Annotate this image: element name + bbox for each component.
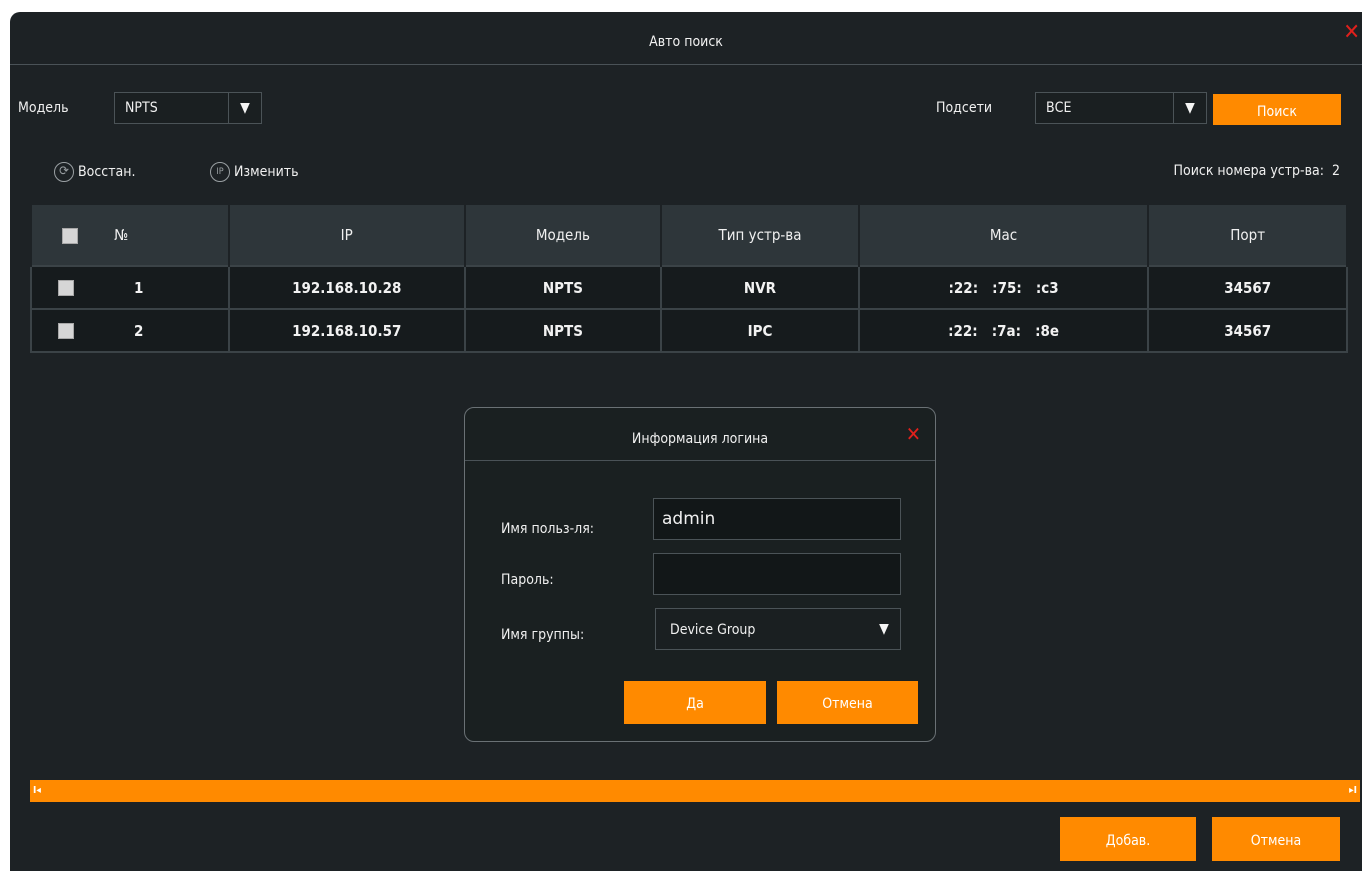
add-button[interactable]: Добав.	[1060, 817, 1196, 861]
scroll-right-icon[interactable]: ▸I	[1349, 780, 1357, 802]
row-no-cell: 1	[30, 265, 230, 310]
row-type: NVR	[660, 265, 860, 310]
username-label: Имя польз-ля:	[501, 521, 595, 537]
chevron-down-icon[interactable]: ▼	[868, 609, 900, 649]
header-no-label: №	[114, 226, 129, 244]
cancel-button[interactable]: Отмена	[1212, 817, 1340, 861]
device-count: Поиск номера устр-ва: 2	[1174, 163, 1340, 179]
restore-button[interactable]: ⟳ Восстан.	[54, 162, 135, 182]
column-header-no: №	[30, 205, 230, 266]
login-cancel-button[interactable]: Отмена	[777, 681, 918, 724]
device-count-label: Поиск номера устр-ва:	[1173, 163, 1324, 179]
row-mac: :22: :75: :c3	[857, 265, 1150, 310]
model-label: Модель	[18, 100, 69, 116]
change-label: Изменить	[234, 164, 299, 180]
select-all-checkbox[interactable]	[62, 227, 78, 244]
row-checkbox[interactable]	[58, 323, 74, 339]
row-checkbox[interactable]	[58, 280, 74, 296]
column-header-model: Модель	[463, 205, 663, 266]
subnet-select-value: ВСЕ	[1046, 100, 1072, 116]
username-field[interactable]	[653, 498, 901, 540]
chevron-down-icon[interactable]: ▼	[228, 93, 261, 123]
row-no: 2	[134, 321, 144, 340]
password-input[interactable]	[654, 554, 900, 594]
row-no-cell: 2	[30, 308, 230, 353]
password-field[interactable]	[653, 553, 901, 595]
password-label: Пароль:	[501, 572, 554, 588]
row-ip: 192.168.10.57	[227, 308, 466, 353]
restore-label: Восстан.	[78, 164, 136, 180]
close-icon[interactable]: ✕	[1343, 22, 1360, 44]
column-header-port: Порт	[1147, 205, 1348, 266]
group-label: Имя группы:	[501, 627, 585, 643]
scroll-left-icon[interactable]: I◂	[33, 780, 41, 802]
table-row[interactable]: 1 192.168.10.28 NPTS NVR :22: :75: :c3 3…	[30, 265, 1348, 310]
subnet-label: Подсети	[936, 100, 993, 116]
row-port: 34567	[1147, 265, 1348, 310]
group-select-value: Device Group	[670, 622, 756, 638]
row-ip: 192.168.10.28	[227, 265, 466, 310]
row-port: 34567	[1147, 308, 1348, 353]
horizontal-scrollbar[interactable]: I◂ ▸I	[30, 780, 1360, 802]
group-select[interactable]: Device Group ▼	[655, 608, 901, 650]
auto-search-window: Авто поиск ✕ Модель NPTS ▼ Подсети ВСЕ ▼…	[10, 12, 1362, 871]
window-title: Авто поиск	[649, 34, 723, 50]
table-row[interactable]: 2 192.168.10.57 NPTS IPC :22: :7a: :8e 3…	[30, 308, 1348, 353]
ip-icon: IP	[210, 162, 230, 182]
ok-button[interactable]: Да	[624, 681, 766, 724]
column-header-type: Тип устр-ва	[660, 205, 860, 266]
table-header-row: № IP Модель Тип устр-ва Mac Порт	[30, 205, 1348, 266]
row-model: NPTS	[463, 265, 663, 310]
refresh-icon: ⟳	[54, 162, 74, 182]
subnet-select[interactable]: ВСЕ ▼	[1035, 92, 1207, 124]
username-input[interactable]	[654, 499, 900, 539]
change-ip-button[interactable]: IP Изменить	[210, 162, 299, 182]
login-dialog-title: Информация логина	[465, 408, 935, 461]
login-dialog: Информация логина ✕ Имя польз-ля: Пароль…	[464, 407, 936, 742]
chevron-down-icon[interactable]: ▼	[1173, 93, 1206, 123]
device-count-value: 2	[1331, 163, 1340, 179]
row-no: 1	[134, 278, 144, 297]
model-select[interactable]: NPTS ▼	[114, 92, 262, 124]
column-header-mac: Mac	[857, 205, 1150, 266]
device-table: № IP Модель Тип устр-ва Mac Порт 1 192.1…	[30, 205, 1348, 353]
row-type: IPC	[660, 308, 860, 353]
model-select-value: NPTS	[125, 100, 158, 116]
search-button[interactable]: Поиск	[1213, 94, 1341, 125]
row-mac: :22: :7a: :8e	[857, 308, 1150, 353]
close-icon[interactable]: ✕	[906, 422, 921, 446]
row-model: NPTS	[463, 308, 663, 353]
title-bar: Авто поиск ✕	[10, 12, 1362, 65]
column-header-ip: IP	[227, 205, 466, 266]
